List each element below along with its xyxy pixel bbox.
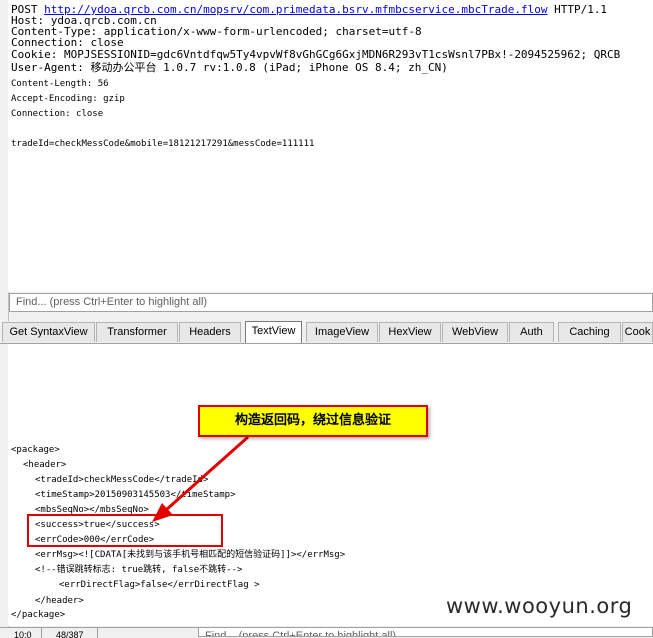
xml-line: <errDirectFlag>false</errDirectFlag > xyxy=(59,580,260,590)
header-connection: Connection: close xyxy=(11,36,124,49)
request-body: tradeId=checkMessCode&mobile=18121217291… xyxy=(11,139,315,149)
annotation-callout: 构造返回码，绕过信息验证 xyxy=(198,405,428,437)
header-user-agent: User-Agent: 移动办公平台 1.0.7 rv:1.0.8 (iPad;… xyxy=(11,61,448,74)
response-tabstrip: Get SyntaxView Transformer Headers TextV… xyxy=(0,321,653,344)
find-input-request[interactable]: Find... (press Ctrl+Enter to highlight a… xyxy=(9,293,653,312)
header-content-length: Content-Length: 56 xyxy=(11,79,109,89)
xml-line: </header> xyxy=(35,596,84,606)
tab-textview[interactable]: TextView xyxy=(245,321,302,343)
tab-transformer[interactable]: Transformer xyxy=(96,322,178,342)
header-connection-2: Connection: close xyxy=(11,109,104,119)
tab-webview[interactable]: WebView xyxy=(442,322,508,342)
xml-line: <header> xyxy=(23,460,67,470)
tab-get-syntaxview[interactable]: Get SyntaxView xyxy=(2,322,95,342)
tab-imageview[interactable]: ImageView xyxy=(306,322,378,342)
xml-line: <package> xyxy=(11,445,60,455)
tab-auth[interactable]: Auth xyxy=(509,322,554,342)
request-protocol: HTTP/1.1 xyxy=(554,3,608,16)
annotation-highlight-box xyxy=(27,514,223,547)
xml-line: </package> xyxy=(11,610,66,620)
find-input-response[interactable]: Find... (press Ctrl+Enter to highlight a… xyxy=(198,627,653,637)
xml-line: <timeStamp>20150903145503</timeStamp> xyxy=(35,490,236,500)
tab-caching[interactable]: Caching xyxy=(558,322,621,342)
xml-line: <tradeId>checkMessCode</tradeId> xyxy=(35,475,209,485)
header-cookie: Cookie: MOPJSESSIONID=gdc6Vntdfqw5Ty4vpv… xyxy=(11,48,621,61)
xml-line-errmsg: <errMsg><![CDATA[未找到与该手机号相匹配的短信验证码]]></e… xyxy=(35,550,346,560)
tab-cookies[interactable]: Cook xyxy=(622,322,653,342)
tab-headers[interactable]: Headers xyxy=(179,322,241,342)
header-accept-encoding: Accept-Encoding: gzip xyxy=(11,94,125,104)
request-raw-view[interactable]: POST http://ydoa.qrcb.com.cn/mopsrv/com.… xyxy=(8,0,653,292)
xml-line-comment: <!--错误跳转标志: true跳转, false不跳转--> xyxy=(35,565,243,575)
watermark: www.wooyun.org xyxy=(446,594,633,618)
tab-hexview[interactable]: HexView xyxy=(379,322,441,342)
